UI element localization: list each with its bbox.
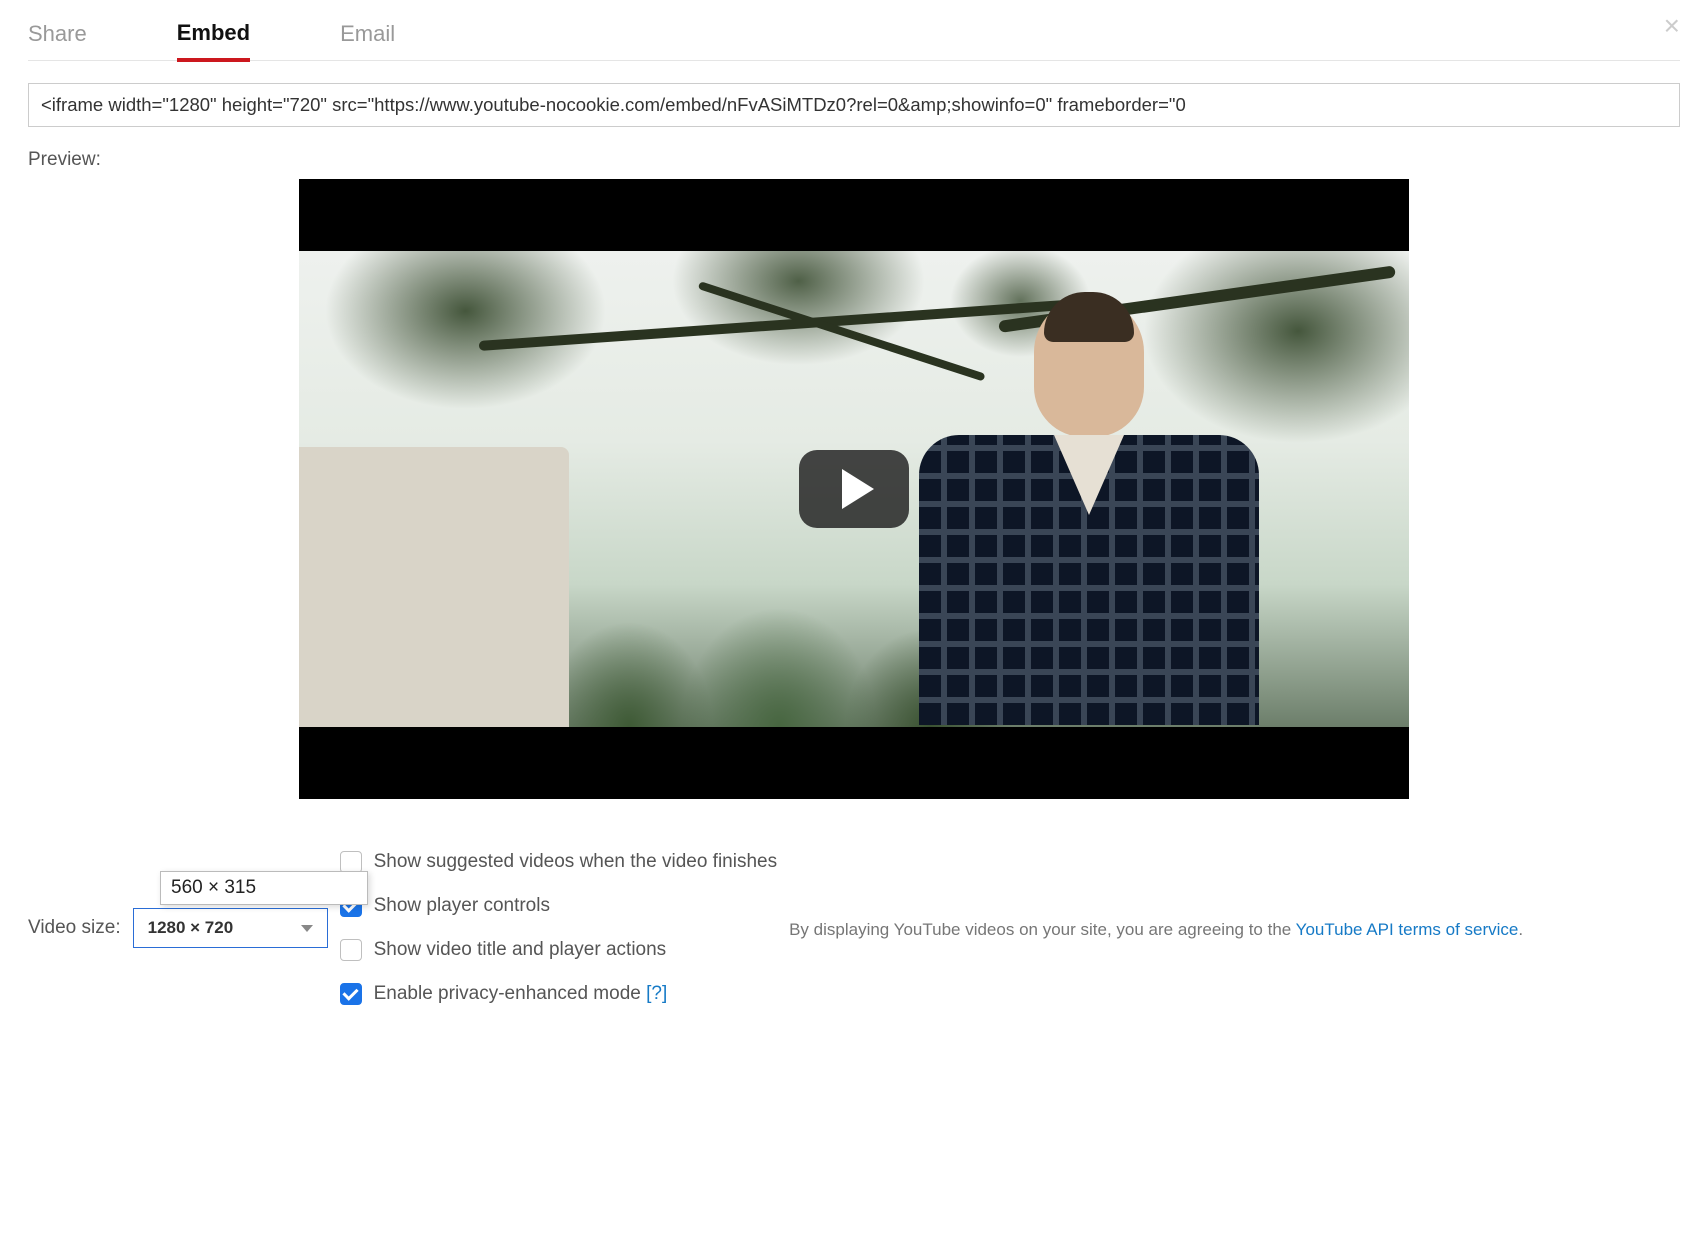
chevron-down-icon [301,925,313,932]
checkbox-show-suggested[interactable] [340,851,362,873]
tab-share[interactable]: Share [28,21,87,59]
option-show-controls: Show player controls [340,895,777,917]
label-show-title: Show video title and player actions [374,939,667,961]
video-size-label: Video size: [28,917,121,939]
embed-code-input[interactable] [28,83,1680,127]
tos-link[interactable]: YouTube API terms of service [1296,920,1519,939]
video-size-menu: 560 × 315 [160,871,368,905]
label-privacy-mode: Enable privacy-enhanced mode [?] [374,983,668,1005]
privacy-help-link[interactable]: [?] [646,983,667,1004]
video-size-selected: 1280 × 720 [148,918,234,938]
tab-email[interactable]: Email [340,21,395,59]
preview-label: Preview: [28,149,1680,171]
size-option-560x315[interactable]: 560 × 315 [161,872,367,904]
video-preview[interactable] [299,179,1409,799]
option-show-suggested: Show suggested videos when the video fin… [340,851,777,873]
footer-suffix: . [1518,920,1523,939]
label-show-suggested: Show suggested videos when the video fin… [374,851,777,873]
preview-container [28,179,1680,799]
label-show-controls: Show player controls [374,895,550,917]
share-tabs: Share Embed Email × [28,20,1680,61]
checkbox-show-title[interactable] [340,939,362,961]
checkbox-privacy-mode[interactable] [340,983,362,1005]
video-size-row: Video size: 1280 × 720 560 × 315 Show su… [28,829,1680,1027]
video-size-dropdown[interactable]: 1280 × 720 [133,908,328,948]
play-icon [842,469,874,509]
label-privacy-text: Enable privacy-enhanced mode [374,983,647,1004]
footer-prefix: By displaying YouTube videos on your sit… [789,920,1296,939]
tab-embed[interactable]: Embed [177,20,250,62]
play-button[interactable] [799,450,909,528]
option-privacy-mode: Enable privacy-enhanced mode [?] [340,983,777,1005]
option-show-title: Show video title and player actions [340,939,777,961]
embed-options: Show suggested videos when the video fin… [340,851,777,1027]
close-icon[interactable]: × [1664,10,1680,42]
footer-note: By displaying YouTube videos on your sit… [789,920,1523,940]
